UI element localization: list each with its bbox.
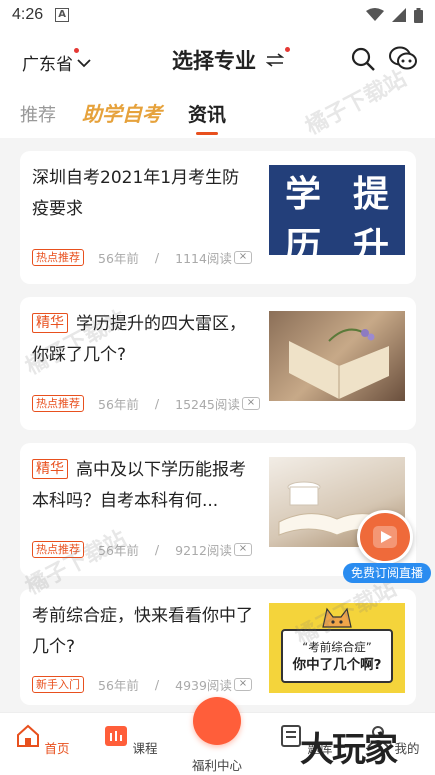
article-time: 56年前 — [98, 251, 139, 266]
signal-icon — [392, 8, 406, 22]
nav-label: 我的 — [394, 741, 420, 756]
article-tag: 热点推荐 — [32, 541, 84, 558]
separator: / — [154, 250, 160, 265]
dismiss-button[interactable]: × — [241, 397, 260, 410]
thumbnail-char: 学 — [284, 173, 321, 215]
province-selector[interactable]: 广东省 — [22, 48, 91, 75]
dismiss-button[interactable]: × — [233, 678, 252, 691]
play-icon — [357, 510, 413, 564]
wifi-icon — [366, 8, 384, 21]
select-major-button[interactable]: 选择专业 — [172, 45, 290, 75]
article-thumbnail: 学 提 历 升 — [269, 165, 405, 255]
article-meta: 热点推荐 56年前 / 1114阅读 × — [32, 248, 252, 267]
highlight-badge: 精华 — [32, 459, 68, 479]
course-icon — [104, 726, 127, 746]
search-icon[interactable] — [350, 46, 376, 72]
article-thumbnail — [269, 311, 405, 401]
thumbnail-textbox: “考前综合症” 你中了几个啊? — [281, 629, 393, 683]
province-label: 广东省 — [22, 55, 73, 75]
article-meta: 热点推荐 56年前 / 15245阅读 × — [32, 394, 260, 413]
dog-icon — [322, 607, 352, 628]
status-bar: 4:26 A — [0, 0, 435, 30]
article-time: 56年前 — [98, 543, 139, 558]
article-title: 深圳自考2021年1月考生防疫要求 — [32, 168, 240, 219]
tab-self-study[interactable]: 助学自考 — [82, 98, 162, 127]
article-meta: 新手入门 56年前 / 4939阅读 × — [32, 675, 252, 694]
separator: / — [154, 396, 160, 411]
highlight-badge: 精华 — [32, 313, 68, 333]
live-subscribe-button[interactable]: 免费订阅直播 — [343, 510, 431, 585]
nav-home[interactable]: 首页 — [12, 723, 72, 757]
separator: / — [154, 542, 160, 557]
chevron-down-icon — [77, 58, 91, 67]
article-card[interactable]: 考前综合症，快来看看你中了几个? 新手入门 56年前 / 4939阅读 × “考… — [20, 589, 416, 705]
battery-icon — [414, 7, 423, 23]
thumbnail-line: 你中了几个啊? — [292, 657, 382, 673]
article-reads: 1114阅读 — [175, 251, 232, 266]
article-time: 56年前 — [98, 397, 139, 412]
article-tag: 新手入门 — [32, 676, 84, 693]
nav-welfare[interactable]: 福利中心 — [187, 755, 247, 774]
thumbnail-char: 历 — [284, 225, 321, 255]
welfare-center-button[interactable] — [193, 697, 241, 745]
article-title: 精华 高中及以下学历能报考本科吗？自考本科有何... — [32, 455, 254, 517]
separator: / — [154, 677, 160, 692]
article-tag: 热点推荐 — [32, 249, 84, 266]
swap-icon — [266, 53, 284, 67]
home-icon — [16, 724, 39, 747]
dismiss-button[interactable]: × — [233, 543, 252, 556]
article-meta: 热点推荐 56年前 / 9212阅读 × — [32, 540, 252, 559]
nav-label: 福利中心 — [191, 758, 242, 773]
nav-label: 首页 — [44, 741, 70, 756]
page-title: 选择专业 — [172, 49, 256, 73]
tab-recommend[interactable]: 推荐 — [20, 101, 56, 127]
article-card[interactable]: 深圳自考2021年1月考生防疫要求 热点推荐 56年前 / 1114阅读 × 学… — [20, 151, 416, 284]
dismiss-button[interactable]: × — [233, 251, 252, 264]
article-reads: 4939阅读 — [175, 678, 232, 693]
brand-watermark: 大玩家 — [300, 730, 398, 770]
chat-icon[interactable] — [388, 45, 418, 73]
status-time: 4:26 — [12, 6, 44, 23]
article-time: 56年前 — [98, 678, 139, 693]
nav-label: 课程 — [132, 741, 158, 756]
thumbnail-char: 升 — [352, 225, 389, 255]
article-title: 精华 学历提升的四大雷区，你踩了几个? — [32, 309, 254, 371]
header: 广东省 选择专业 推荐 助学自考 资讯 — [0, 30, 435, 138]
thumbnail-char: 提 — [352, 173, 389, 215]
article-title: 考前综合症，快来看看你中了几个? — [32, 606, 253, 657]
thumbnail-line: “考前综合症” — [302, 640, 372, 654]
book-image — [289, 328, 389, 399]
notification-dot — [285, 47, 290, 52]
tab-news[interactable]: 资讯 — [188, 100, 226, 135]
article-tag: 热点推荐 — [32, 395, 84, 412]
article-thumbnail: “考前综合症” 你中了几个啊? — [269, 603, 405, 693]
notification-dot — [74, 48, 79, 53]
article-reads: 9212阅读 — [175, 543, 232, 558]
live-subscribe-label: 免费订阅直播 — [343, 563, 431, 583]
tab-bar: 推荐 助学自考 资讯 — [20, 98, 226, 135]
article-reads: 15245阅读 — [175, 397, 240, 412]
article-card[interactable]: 精华 学历提升的四大雷区，你踩了几个? 热点推荐 56年前 / 15245阅读 × — [20, 297, 416, 430]
nav-courses[interactable]: 课程 — [100, 723, 160, 757]
notification-icon: A — [55, 8, 70, 22]
